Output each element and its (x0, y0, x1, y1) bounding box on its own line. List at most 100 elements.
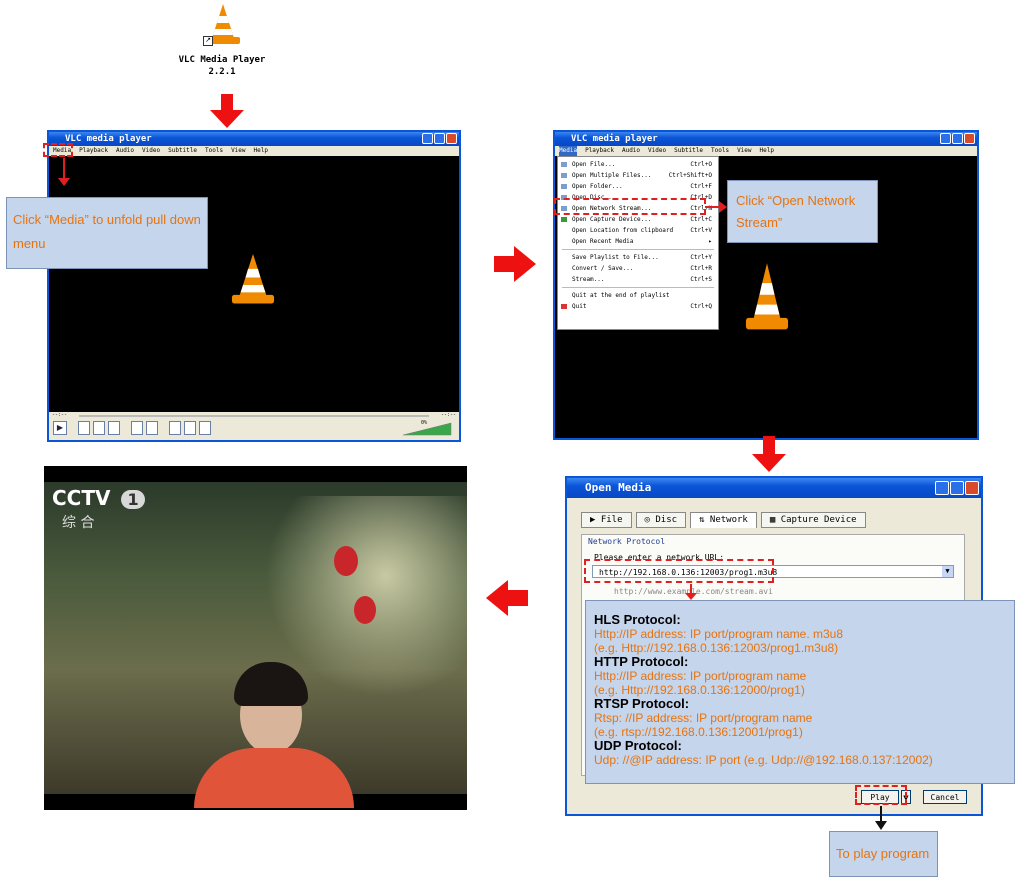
maximize-button[interactable] (434, 133, 445, 144)
menu-item-save-playlist[interactable]: Save Playlist to File... Ctrl+Y (558, 252, 718, 263)
stop-button[interactable] (93, 421, 105, 435)
volume-slider[interactable] (403, 422, 453, 436)
minimize-button[interactable] (935, 481, 949, 495)
arrow-left-1 (486, 580, 528, 616)
menubar: Media Playback Audio Video Subtitle Tool… (555, 146, 977, 156)
menu-item-open-folder[interactable]: Open Folder... Ctrl+F (558, 181, 718, 192)
total-time: --:-- (441, 412, 457, 418)
window-title: VLC media player (571, 134, 658, 144)
shuffle-button[interactable] (199, 421, 211, 435)
menu-help[interactable]: Help (760, 146, 774, 156)
udp-protocol-title: UDP Protocol: (594, 738, 682, 753)
menu-item-open-recent[interactable]: Open Recent Media ▸ (558, 236, 718, 247)
control-area: --:-- --:-- ▶ 0% (49, 412, 459, 440)
menu-item-stream[interactable]: Stream... Ctrl+S (558, 274, 718, 285)
play-button[interactable]: ▶ (53, 421, 67, 435)
vlc-window-main: VLC media player Media Playback Audio Vi… (47, 130, 461, 442)
http-protocol-format: Http://IP address: IP port/program name (594, 669, 807, 683)
http-protocol-title: HTTP Protocol: (594, 654, 689, 669)
media-menu-highlight (43, 143, 73, 157)
channel-number: 1 (121, 490, 145, 509)
close-button[interactable] (446, 133, 457, 144)
close-button[interactable] (965, 481, 979, 495)
media-dropdown-menu: Open File... Ctrl+O Open Multiple Files..… (557, 156, 719, 330)
vlc-cone-icon (231, 254, 275, 304)
menu-separator (562, 249, 714, 250)
window-title-bar: VLC media player (555, 132, 977, 146)
cancel-button[interactable]: Cancel (923, 790, 967, 804)
menu-item-quit[interactable]: Quit Ctrl+Q (558, 301, 718, 312)
video-frame: CCTV 1 综 合 (44, 466, 467, 810)
menu-view[interactable]: View (231, 146, 245, 156)
http-protocol-example: (e.g. Http://192.168.0.136:12000/prog1) (594, 683, 805, 697)
arrow-down-1 (210, 94, 244, 128)
arrow-down-small-1 (58, 158, 70, 186)
window-title-bar: VLC media player (49, 132, 459, 146)
dialog-title-bar: Open Media (567, 478, 981, 498)
protocol-callout: HLS Protocol: Http://IP address: IP port… (585, 600, 1015, 784)
menu-playback[interactable]: Playback (79, 146, 108, 156)
menu-video[interactable]: Video (648, 146, 666, 156)
menu-audio[interactable]: Audio (116, 146, 134, 156)
elapsed-time: --:-- (52, 412, 68, 418)
menu-subtitle[interactable]: Subtitle (168, 146, 197, 156)
window-title: VLC media player (65, 134, 152, 144)
vlc-window-menu-open: VLC media player Media Playback Audio Vi… (553, 130, 979, 440)
menu-help[interactable]: Help (254, 146, 268, 156)
seek-bar[interactable] (79, 415, 429, 417)
menu-view[interactable]: View (737, 146, 751, 156)
network-stream-highlight (554, 198, 706, 215)
tab-capture-device[interactable]: ▦ Capture Device (760, 512, 866, 528)
menu-media[interactable]: Media (559, 146, 578, 156)
fullscreen-button[interactable] (131, 421, 143, 435)
menu-item-quit-end[interactable]: Quit at the end of playlist (558, 290, 718, 301)
menu-item-open-capture[interactable]: Open Capture Device... Ctrl+C (558, 214, 718, 225)
tab-file[interactable]: ▶ File (581, 512, 632, 528)
menu-video[interactable]: Video (142, 146, 160, 156)
callout-media: Click “Media” to unfold pull down menu (6, 197, 208, 269)
menu-tools[interactable]: Tools (205, 146, 223, 156)
rtsp-protocol-title: RTSP Protocol: (594, 696, 690, 711)
extended-button[interactable] (146, 421, 158, 435)
arrow-right-1 (494, 246, 536, 282)
shortcut-arrow-icon: ↗ (203, 36, 213, 46)
arrow-down-2 (752, 436, 786, 472)
dialog-title: Open Media (585, 481, 652, 494)
maximize-button[interactable] (950, 481, 964, 495)
menu-audio[interactable]: Audio (622, 146, 640, 156)
tab-disc[interactable]: ◎ Disc (635, 512, 687, 528)
menu-item-open-file[interactable]: Open File... Ctrl+O (558, 159, 718, 170)
menu-item-convert[interactable]: Convert / Save... Ctrl+R (558, 263, 718, 274)
group-label: Network Protocol (588, 537, 666, 546)
menu-item-open-multiple[interactable]: Open Multiple Files... Ctrl+Shift+O (558, 170, 718, 181)
vlc-desktop-icon[interactable]: ↗ VLC Media Player 2.2.1 (172, 0, 272, 90)
minimize-button[interactable] (422, 133, 433, 144)
rtsp-protocol-example: (e.g. rtsp://192.168.0.136:12001/prog1) (594, 725, 803, 739)
menu-subtitle[interactable]: Subtitle (674, 146, 703, 156)
arrow-down-small-4 (875, 806, 887, 830)
arrow-down-small-3 (685, 584, 697, 600)
tab-network[interactable]: ⇅ Network (690, 512, 757, 528)
rtsp-protocol-format: Rtsp: //IP address: IP port/program name (594, 711, 813, 725)
desktop-icon-label: VLC Media Player (178, 55, 266, 65)
dropdown-arrow-icon[interactable]: ▼ (942, 566, 953, 577)
menu-tools[interactable]: Tools (711, 146, 729, 156)
next-button[interactable] (108, 421, 120, 435)
menu-item-open-clipboard[interactable]: Open Location from clipboard Ctrl+V (558, 225, 718, 236)
maximize-button[interactable] (952, 133, 963, 144)
channel-logo-text: CCTV (52, 486, 111, 510)
udp-protocol-format: Udp: //@IP address: IP port (e.g. Udp://… (594, 753, 933, 767)
menubar: Media Playback Audio Video Subtitle Tool… (49, 146, 459, 156)
hls-protocol-example: (e.g. Http://192.168.0.136:12003/prog1.m… (594, 641, 839, 655)
callout-play: To play program (829, 831, 938, 877)
close-button[interactable] (964, 133, 975, 144)
playlist-button[interactable] (169, 421, 181, 435)
channel-logo: CCTV 1 (52, 486, 145, 510)
loop-button[interactable] (184, 421, 196, 435)
menu-playback[interactable]: Playback (585, 146, 614, 156)
desktop-icon-version: 2.2.1 (208, 67, 236, 77)
minimize-button[interactable] (940, 133, 951, 144)
play-highlight (855, 785, 907, 805)
hls-protocol-format: Http://IP address: IP port/program name.… (594, 627, 844, 641)
prev-button[interactable] (78, 421, 90, 435)
